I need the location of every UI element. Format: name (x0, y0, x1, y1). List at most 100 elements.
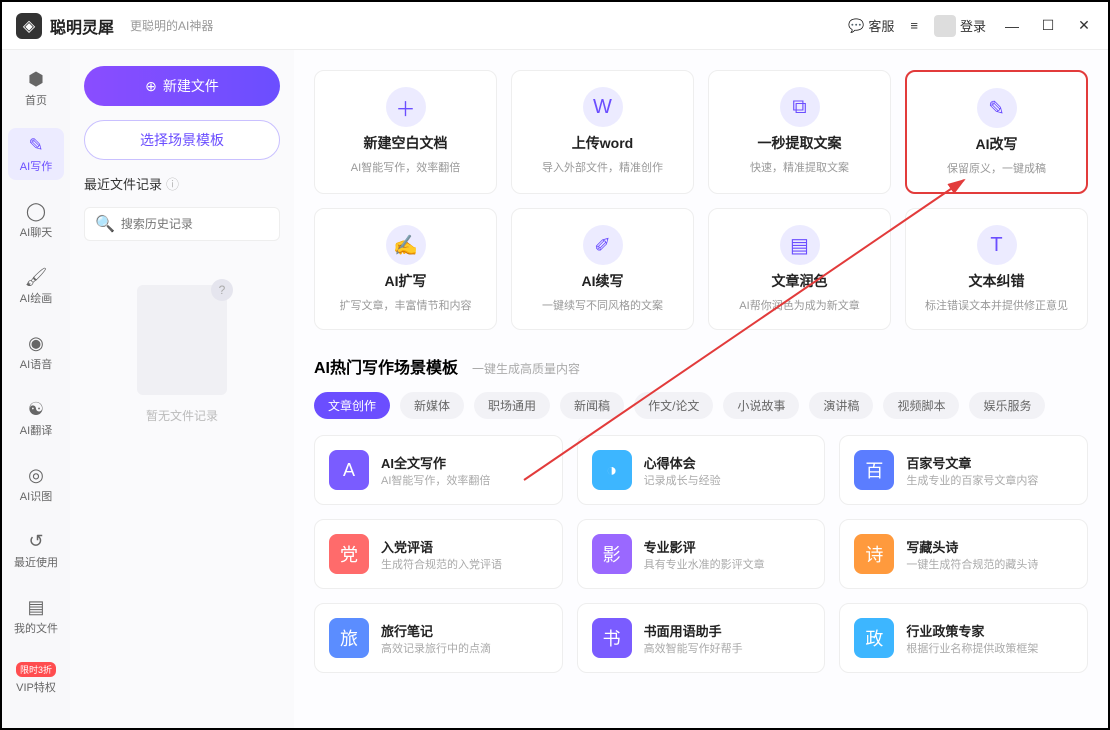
nav-icon: ☯ (25, 398, 47, 420)
login-button[interactable]: 登录 (934, 15, 986, 37)
card-desc: 扩写文章，丰富情节和内容 (340, 297, 472, 313)
template-icon: 诗 (854, 534, 894, 574)
template-icon: 书 (592, 618, 632, 658)
tab-1[interactable]: 新媒体 (400, 392, 464, 419)
help-icon[interactable]: ⓘ (166, 174, 179, 193)
nav-item-9[interactable]: 限时3折VIP特权 (8, 656, 64, 701)
new-file-label: 新建文件 (163, 76, 219, 96)
template-title: 心得体会 (644, 453, 721, 472)
tab-0[interactable]: 文章创作 (314, 392, 390, 419)
nav-item-2[interactable]: ◯AI聊天 (8, 194, 64, 246)
minimize-button[interactable]: — (1002, 16, 1022, 36)
nav-item-0[interactable]: ⬢首页 (8, 62, 64, 114)
nav-icon: ✎ (25, 134, 47, 156)
card-desc: AI帮你润色为成为新文章 (739, 297, 859, 313)
action-card-7[interactable]: T 文本纠错 标注错误文本并提供修正意见 (905, 208, 1088, 330)
template-card-5[interactable]: 诗 写藏头诗 一键生成符合规范的藏头诗 (839, 519, 1088, 589)
nav-label: VIP特权 (16, 679, 56, 695)
avatar-icon (934, 15, 956, 37)
card-title: AI续写 (582, 271, 624, 291)
tab-7[interactable]: 视频脚本 (883, 392, 959, 419)
nav-label: AI写作 (20, 158, 52, 174)
template-card-8[interactable]: 政 行业政策专家 根据行业名称提供政策框架 (839, 603, 1088, 673)
nav-item-8[interactable]: ▤我的文件 (8, 590, 64, 642)
action-card-4[interactable]: ✍ AI扩写 扩写文章，丰富情节和内容 (314, 208, 497, 330)
action-card-1[interactable]: W 上传word 导入外部文件，精准创作 (511, 70, 694, 194)
maximize-button[interactable]: ☐ (1038, 16, 1058, 36)
main: ＋ 新建空白文档 AI智能写作，效率翻倍W 上传word 导入外部文件，精准创作… (294, 50, 1108, 728)
nav-item-3[interactable]: 🖌AI绘画 (8, 260, 64, 312)
tab-3[interactable]: 新闻稿 (560, 392, 624, 419)
card-icon: ⧉ (780, 87, 820, 127)
tab-2[interactable]: 职场通用 (474, 392, 550, 419)
templates-section: AI热门写作场景模板 一键生成高质量内容 文章创作新媒体职场通用新闻稿作文/论文… (314, 354, 1088, 673)
titlebar-right: 💬 客服 ≡ 登录 — ☐ ✕ (848, 15, 1094, 37)
template-card-3[interactable]: 党 入党评语 生成符合规范的入党评语 (314, 519, 563, 589)
nav: ⬢首页 ✎ AI写作 ◯AI聊天 🖌AI绘画 ◉AI语音 ☯AI翻译 ◎AI识图 ↺最近使用 ▤我… (2, 50, 70, 728)
search-box[interactable]: 🔍 (84, 207, 280, 241)
template-card-6[interactable]: 旅 旅行笔记 高效记录旅行中的点滴 (314, 603, 563, 673)
new-file-button[interactable]: ⊕ 新建文件 (84, 66, 280, 106)
template-card-1[interactable]: ◑ 心得体会 记录成长与经验 (577, 435, 826, 505)
template-card-2[interactable]: 百 百家号文章 生成专业的百家号文章内容 (839, 435, 1088, 505)
tab-6[interactable]: 演讲稿 (809, 392, 873, 419)
template-tabs: 文章创作新媒体职场通用新闻稿作文/论文小说故事演讲稿视频脚本娱乐服务 (314, 392, 1088, 419)
card-title: AI扩写 (385, 271, 427, 291)
action-card-6[interactable]: ▤ 文章润色 AI帮你润色为成为新文章 (708, 208, 891, 330)
login-label: 登录 (960, 16, 986, 35)
action-card-0[interactable]: ＋ 新建空白文档 AI智能写作，效率翻倍 (314, 70, 497, 194)
card-icon: ＋ (386, 87, 426, 127)
template-icon: 党 (329, 534, 369, 574)
nav-icon: ▤ (25, 596, 47, 618)
template-card-0[interactable]: A AI全文写作 AI智能写作，效率翻倍 (314, 435, 563, 505)
empty-illustration (137, 285, 227, 395)
template-icon: 政 (854, 618, 894, 658)
template-icon: A (329, 450, 369, 490)
nav-item-5[interactable]: ☯AI翻译 (8, 392, 64, 444)
tab-4[interactable]: 作文/论文 (634, 392, 713, 419)
template-title: 旅行笔记 (381, 621, 491, 640)
close-button[interactable]: ✕ (1074, 16, 1094, 36)
support-button[interactable]: 💬 客服 (848, 16, 894, 35)
template-title: 入党评语 (381, 537, 502, 556)
nav-label: 首页 (25, 92, 47, 108)
recent-files-label: 最近文件记录 ⓘ (84, 174, 280, 193)
card-desc: 导入外部文件，精准创作 (542, 159, 663, 175)
action-card-3[interactable]: ✎ AI改写 保留原义，一键成稿 (905, 70, 1088, 194)
template-icon: ◑ (592, 450, 632, 490)
card-title: 文本纠错 (969, 271, 1025, 291)
template-card-4[interactable]: 影 专业影评 具有专业水准的影评文章 (577, 519, 826, 589)
nav-icon: 🖌 (25, 266, 47, 288)
card-desc: 快速，精准提取文案 (750, 159, 849, 175)
logo-block: ◈ 聪明灵犀 更聪明的AI神器 (16, 13, 213, 39)
template-desc: 生成专业的百家号文章内容 (906, 472, 1038, 488)
nav-item-4[interactable]: ◉AI语音 (8, 326, 64, 378)
card-title: 上传word (572, 133, 633, 153)
template-desc: 高效记录旅行中的点滴 (381, 640, 491, 656)
chat-icon: 💬 (848, 18, 864, 34)
template-desc: 记录成长与经验 (644, 472, 721, 488)
template-card-7[interactable]: 书 书面用语助手 高效智能写作好帮手 (577, 603, 826, 673)
nav-item-1[interactable]: ✎ AI写作 (8, 128, 64, 180)
choose-template-button[interactable]: 选择场景模板 (84, 120, 280, 160)
menu-button[interactable]: ≡ (910, 18, 918, 33)
titlebar: ◈ 聪明灵犀 更聪明的AI神器 💬 客服 ≡ 登录 — ☐ ✕ (2, 2, 1108, 50)
nav-icon: ◎ (25, 464, 47, 486)
template-desc: 一键生成符合规范的藏头诗 (906, 556, 1038, 572)
card-desc: 标注错误文本并提供修正意见 (925, 297, 1068, 313)
template-title: 写藏头诗 (906, 537, 1038, 556)
action-card-2[interactable]: ⧉ 一秒提取文案 快速，精准提取文案 (708, 70, 891, 194)
template-title: 书面用语助手 (644, 621, 743, 640)
template-icon: 百 (854, 450, 894, 490)
card-desc: AI智能写作，效率翻倍 (351, 159, 460, 175)
template-desc: AI智能写作，效率翻倍 (381, 472, 490, 488)
tab-5[interactable]: 小说故事 (723, 392, 799, 419)
nav-item-6[interactable]: ◎AI识图 (8, 458, 64, 510)
tab-8[interactable]: 娱乐服务 (969, 392, 1045, 419)
template-title: 专业影评 (644, 537, 765, 556)
card-title: 一秒提取文案 (758, 133, 842, 153)
nav-item-7[interactable]: ↺最近使用 (8, 524, 64, 576)
card-desc: 保留原义，一键成稿 (947, 160, 1046, 176)
search-input[interactable] (121, 217, 276, 231)
action-card-5[interactable]: ✐ AI续写 一键续写不同风格的文案 (511, 208, 694, 330)
